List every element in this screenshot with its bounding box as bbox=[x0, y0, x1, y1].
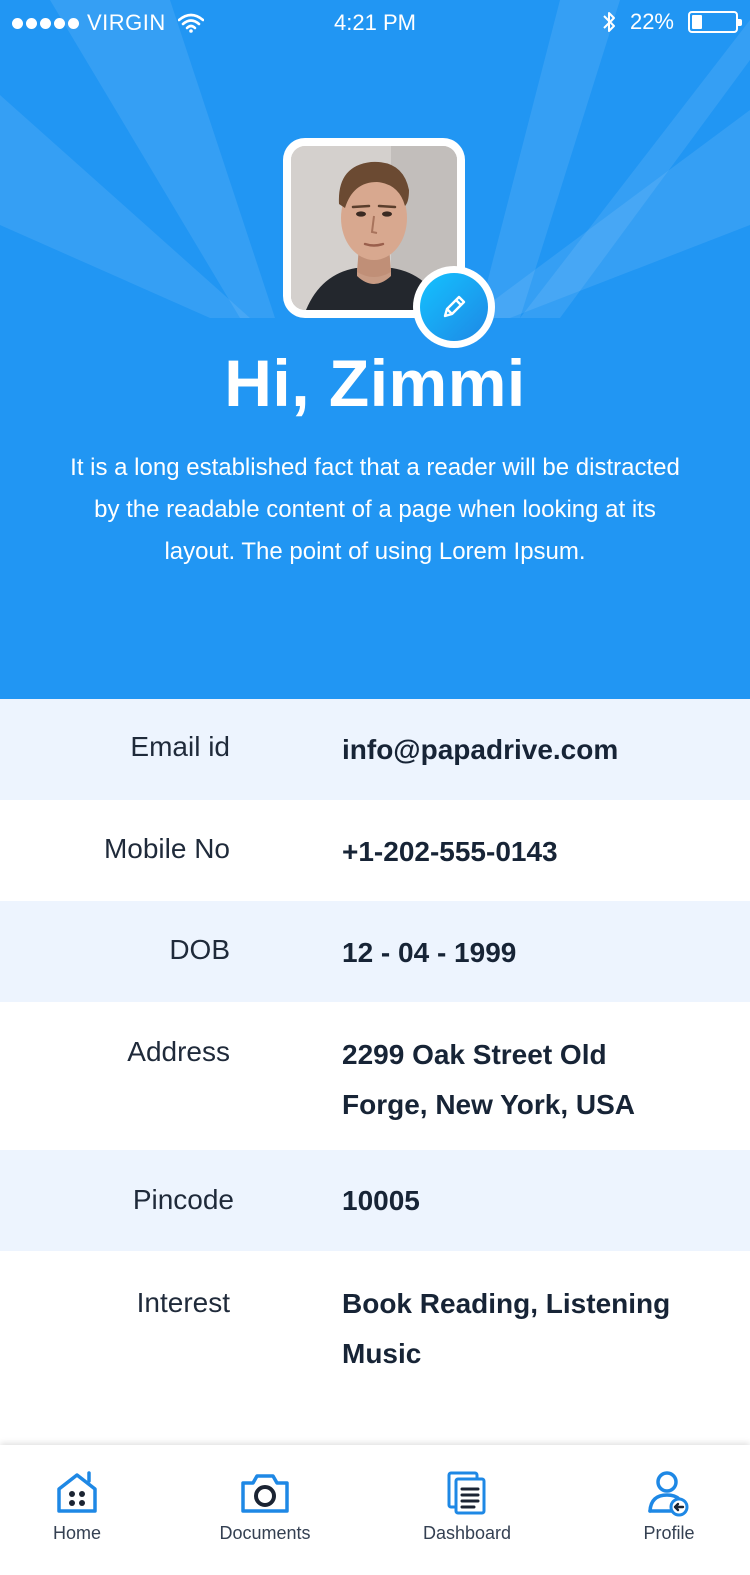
detail-label: Interest bbox=[136, 1287, 230, 1318]
profile-greeting: Hi, Zimmi bbox=[224, 346, 526, 420]
detail-label: Pincode bbox=[132, 1184, 234, 1215]
detail-label: Address bbox=[127, 1036, 230, 1067]
detail-row-dob: DOB 12 - 04 - 1999 bbox=[0, 901, 750, 1002]
tab-profile[interactable]: Profile bbox=[594, 1445, 744, 1575]
battery-level bbox=[692, 15, 703, 29]
battery-icon bbox=[688, 11, 742, 33]
home-icon bbox=[57, 1471, 97, 1513]
status-bar: VIRGIN 4:21 PM 22% bbox=[0, 0, 750, 46]
detail-row-mobile: Mobile No +1-202-555-0143 bbox=[0, 800, 750, 901]
document-stack-icon bbox=[447, 1471, 486, 1515]
tab-label: Dashboard bbox=[422, 1523, 512, 1543]
detail-label: DOB bbox=[169, 934, 230, 965]
tab-label: Home bbox=[52, 1523, 101, 1543]
user-icon bbox=[648, 1471, 689, 1517]
battery-percentage: 22% bbox=[629, 9, 674, 34]
bluetooth-icon bbox=[603, 12, 615, 32]
tab-dashboard[interactable]: Dashboard bbox=[392, 1445, 542, 1575]
profile-header: VIRGIN 4:21 PM 22% Hi, Zimmi It is a lon… bbox=[0, 0, 750, 700]
detail-value: 2299 Oak Street Old Forge, New York, USA bbox=[342, 1039, 636, 1120]
tab-label: Documents bbox=[219, 1523, 311, 1543]
profile-details-list: Email id info@papadrive.com Mobile No +1… bbox=[0, 699, 750, 1446]
camera-icon bbox=[241, 1474, 289, 1513]
detail-row-interest: Interest Book Reading, Listening Music bbox=[0, 1251, 750, 1446]
detail-value: 10005 bbox=[342, 1185, 420, 1216]
detail-value: +1-202-555-0143 bbox=[342, 836, 558, 867]
detail-label: Mobile No bbox=[103, 833, 230, 864]
detail-row-pincode: Pincode 10005 bbox=[0, 1150, 750, 1251]
pencil-icon bbox=[443, 295, 466, 318]
detail-value: Book Reading, Listening Music bbox=[342, 1288, 671, 1369]
tab-documents[interactable]: Documents bbox=[190, 1445, 340, 1575]
detail-value: 12 - 04 - 1999 bbox=[342, 937, 517, 968]
edit-avatar-button[interactable] bbox=[413, 266, 495, 348]
detail-row-address: Address 2299 Oak Street Old Forge, New Y… bbox=[0, 1002, 750, 1150]
detail-row-email: Email id info@papadrive.com bbox=[0, 699, 750, 800]
profile-intro-text: It is a long established fact that a rea… bbox=[70, 454, 680, 565]
detail-value: info@papadrive.com bbox=[342, 734, 619, 765]
tab-home[interactable]: Home bbox=[2, 1445, 152, 1575]
tab-label: Profile bbox=[643, 1523, 695, 1543]
bottom-tab-bar: Home Documents Dashboard Profile bbox=[0, 1445, 750, 1575]
detail-label: Email id bbox=[130, 731, 230, 762]
